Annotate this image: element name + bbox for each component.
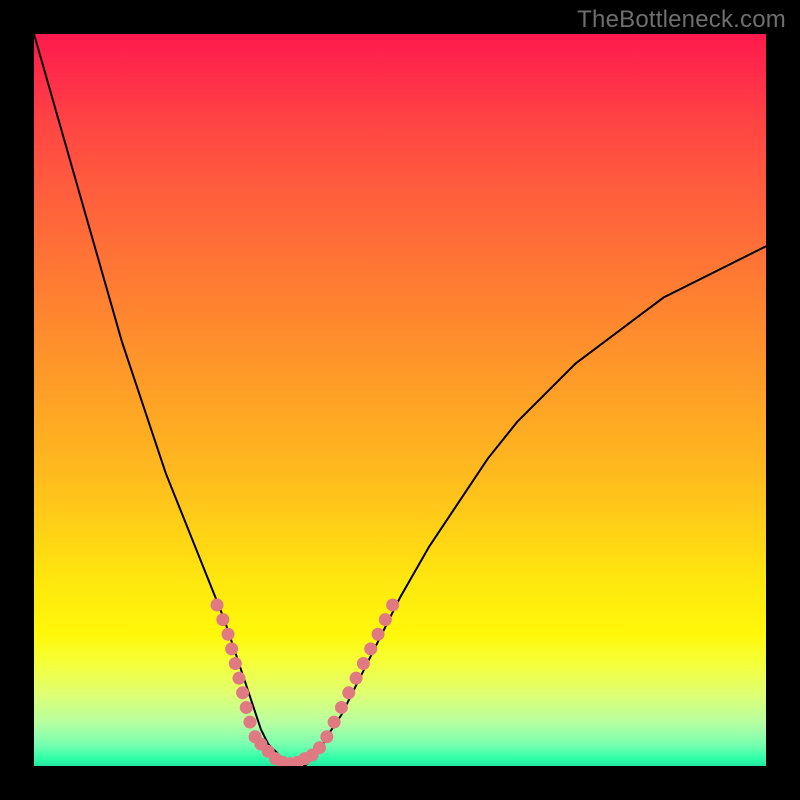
curve-marker (364, 642, 377, 655)
curve-marker (221, 628, 234, 641)
curve-marker (216, 613, 229, 626)
chart-svg (34, 34, 766, 766)
plot-area (34, 34, 766, 766)
curve-marker (342, 686, 355, 699)
curve-marker (232, 672, 245, 685)
curve-marker (335, 701, 348, 714)
chart-frame: TheBottleneck.com (0, 0, 800, 800)
curve-marker (240, 701, 253, 714)
curve-marker (372, 628, 385, 641)
curve-marker (357, 657, 370, 670)
curve-marker (225, 642, 238, 655)
curve-marker (328, 716, 341, 729)
curve-marker (386, 598, 399, 611)
curve-marker (236, 686, 249, 699)
curve-marker (243, 716, 256, 729)
curve-marker (229, 657, 242, 670)
bottleneck-curve (34, 34, 766, 766)
curve-marker (350, 672, 363, 685)
curve-marker (313, 741, 326, 754)
watermark-text: TheBottleneck.com (577, 6, 786, 34)
curve-marker (320, 730, 333, 743)
curve-marker (379, 613, 392, 626)
curve-marker (211, 598, 224, 611)
curve-markers (211, 598, 400, 766)
